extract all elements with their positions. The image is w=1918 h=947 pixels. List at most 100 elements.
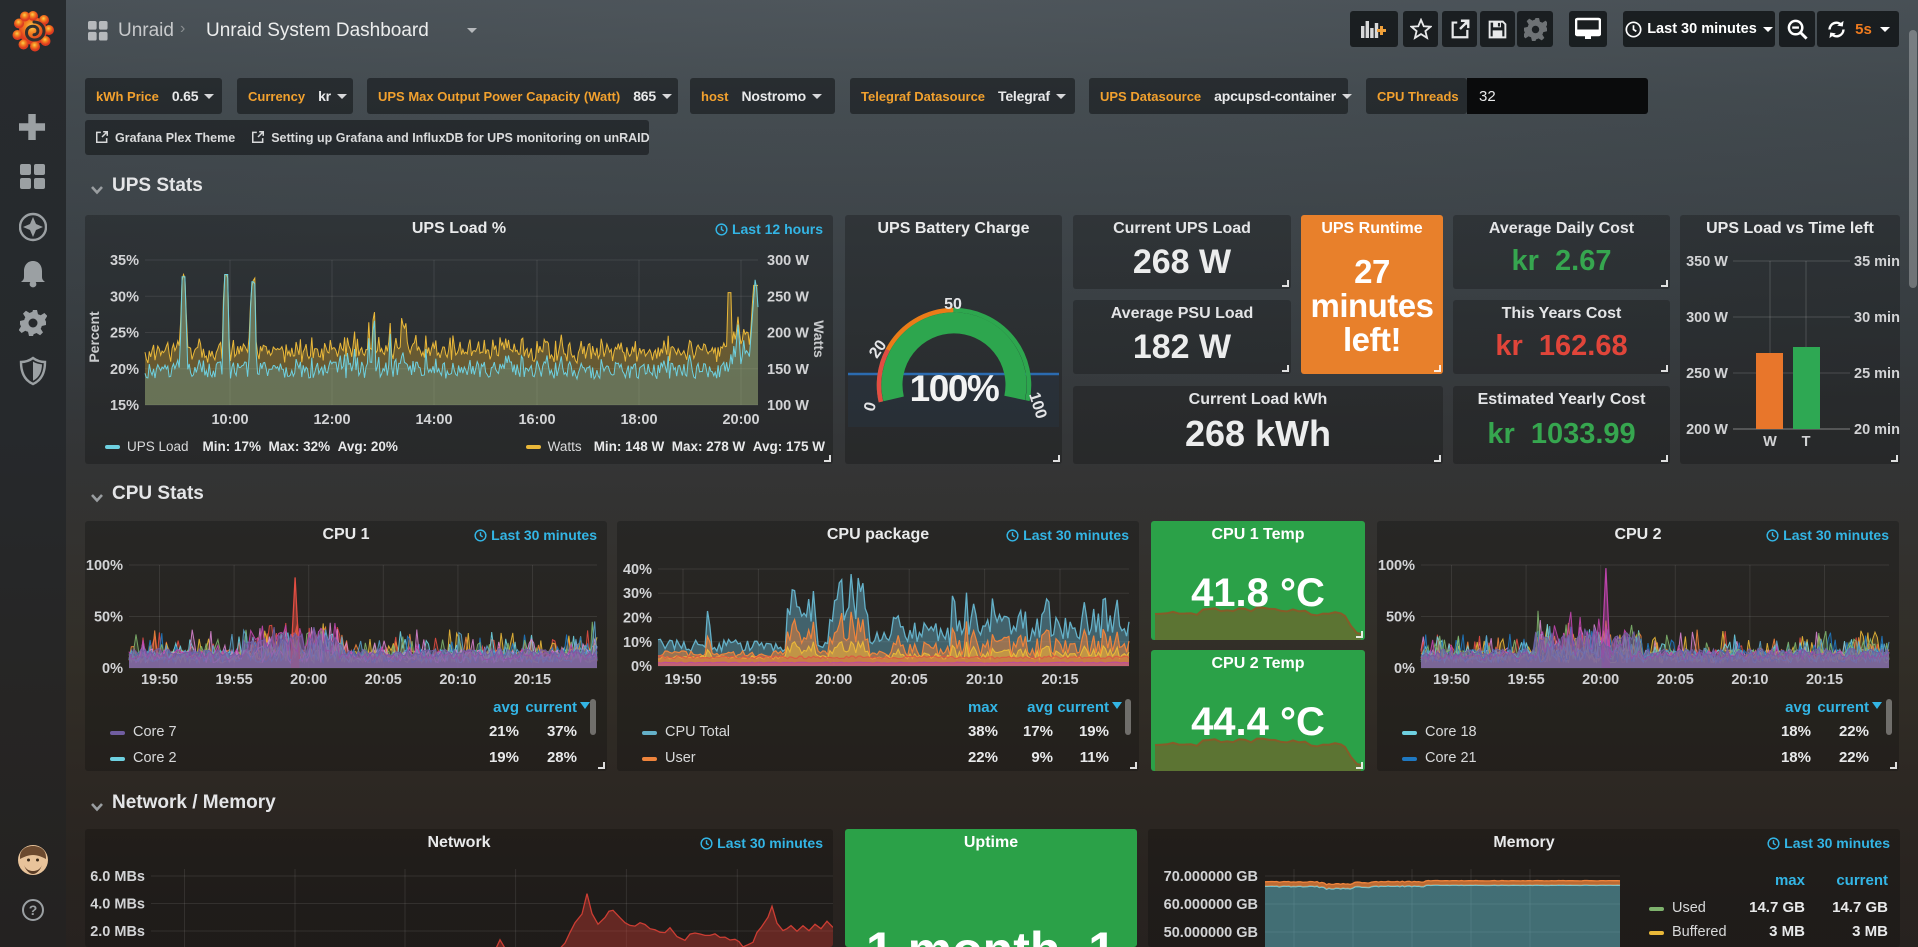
svg-text:9%: 9% [1031,749,1053,766]
svg-text:18:00: 18:00 [620,412,657,428]
svg-text:avg: avg [493,699,519,716]
svg-text:0%: 0% [102,661,123,677]
svg-text:20:05: 20:05 [365,672,402,688]
svg-text:100%: 100% [86,558,123,574]
svg-text:40%: 40% [623,562,652,578]
svg-text:Core 2: Core 2 [133,750,177,766]
svg-text:20:00: 20:00 [290,672,327,688]
svg-text:20%: 20% [110,362,139,378]
svg-text:19:50: 19:50 [1433,672,1470,688]
svg-text:current: current [1836,872,1888,889]
svg-text:20:00: 20:00 [722,412,759,428]
svg-text:20:00: 20:00 [815,672,852,688]
svg-text:50.000000 GB: 50.000000 GB [1164,925,1258,941]
svg-text:19:55: 19:55 [1508,672,1545,688]
svg-text:T: T [1802,434,1811,450]
svg-text:100%: 100% [1378,558,1415,574]
svg-text:19:50: 19:50 [141,672,178,688]
svg-text:20:15: 20:15 [514,672,551,688]
svg-text:Core 7: Core 7 [133,724,177,740]
svg-text:35 min: 35 min [1854,254,1900,270]
svg-text:6.0 MBs: 6.0 MBs [90,869,145,885]
svg-text:19%: 19% [1079,723,1109,740]
svg-text:250 W: 250 W [1686,366,1728,382]
svg-text:CPU Total: CPU Total [665,724,730,740]
svg-text:35%: 35% [110,253,139,269]
svg-text:30 min: 30 min [1854,310,1900,326]
svg-text:20%: 20% [623,611,652,627]
svg-text:Watts: Watts [811,320,827,358]
svg-text:Core 18: Core 18 [1425,724,1477,740]
svg-text:20:15: 20:15 [1806,672,1843,688]
svg-text:100 W: 100 W [767,398,809,414]
svg-text:20:05: 20:05 [891,672,928,688]
svg-text:20:10: 20:10 [966,672,1003,688]
svg-text:avg: avg [1785,699,1811,716]
svg-text:User: User [665,750,696,766]
svg-text:20:05: 20:05 [1657,672,1694,688]
svg-text:20:10: 20:10 [439,672,476,688]
svg-text:avg: avg [1027,699,1053,716]
svg-text:50: 50 [944,296,962,313]
svg-text:150 W: 150 W [767,362,809,378]
svg-text:28%: 28% [547,749,577,766]
svg-text:Used: Used [1672,900,1706,916]
svg-text:current: current [525,699,577,716]
svg-text:10:00: 10:00 [211,412,248,428]
svg-text:Buffered: Buffered [1672,924,1727,940]
svg-text:22%: 22% [1839,723,1869,740]
svg-text:19:55: 19:55 [740,672,777,688]
svg-text:30%: 30% [110,289,139,305]
svg-text:21%: 21% [489,723,519,740]
svg-text:W: W [1763,434,1777,450]
svg-text:0%: 0% [631,659,652,675]
svg-text:4.0 MBs: 4.0 MBs [90,897,145,913]
svg-text:17%: 17% [1023,723,1053,740]
svg-text:200 W: 200 W [767,326,809,342]
svg-text:15%: 15% [110,398,139,414]
svg-text:50%: 50% [94,610,123,626]
svg-text:max: max [968,699,999,716]
svg-text:30%: 30% [623,586,652,602]
svg-text:20:10: 20:10 [1731,672,1768,688]
svg-text:12:00: 12:00 [313,412,350,428]
svg-text:100%: 100% [910,368,999,409]
svg-text:Core 21: Core 21 [1425,750,1477,766]
svg-text:25 min: 25 min [1854,366,1900,382]
svg-text:70.000000 GB: 70.000000 GB [1164,869,1258,885]
svg-text:0%: 0% [1394,661,1415,677]
svg-text:200 W: 200 W [1686,422,1728,438]
svg-text:20:00: 20:00 [1582,672,1619,688]
svg-text:18%: 18% [1781,723,1811,740]
svg-text:2.0 MBs: 2.0 MBs [90,924,145,940]
svg-text:14:00: 14:00 [415,412,452,428]
svg-text:350 W: 350 W [1686,254,1728,270]
svg-text:10%: 10% [623,635,652,651]
svg-text:250 W: 250 W [767,289,809,305]
svg-text:19:55: 19:55 [216,672,253,688]
svg-text:300 W: 300 W [1686,310,1728,326]
svg-text:current: current [1817,699,1869,716]
svg-text:14.7 GB: 14.7 GB [1749,899,1805,916]
svg-text:19:50: 19:50 [664,672,701,688]
svg-text:3 MB: 3 MB [1852,923,1888,940]
svg-text:19%: 19% [489,749,519,766]
svg-text:60.000000 GB: 60.000000 GB [1164,897,1258,913]
svg-text:20 min: 20 min [1854,422,1900,438]
svg-text:20:15: 20:15 [1041,672,1078,688]
svg-text:3 MB: 3 MB [1769,923,1805,940]
svg-text:38%: 38% [968,723,998,740]
svg-text:14.7 GB: 14.7 GB [1832,899,1888,916]
svg-text:max: max [1775,872,1806,889]
svg-text:Percent: Percent [86,311,102,363]
svg-text:25%: 25% [110,326,139,342]
svg-text:37%: 37% [547,723,577,740]
svg-text:22%: 22% [1839,749,1869,766]
svg-text:11%: 11% [1080,749,1109,766]
svg-text:16:00: 16:00 [518,412,555,428]
svg-text:18%: 18% [1781,749,1811,766]
svg-text:300 W: 300 W [767,253,809,269]
svg-text:22%: 22% [968,749,998,766]
svg-text:current: current [1057,699,1109,716]
svg-text:50%: 50% [1386,610,1415,626]
